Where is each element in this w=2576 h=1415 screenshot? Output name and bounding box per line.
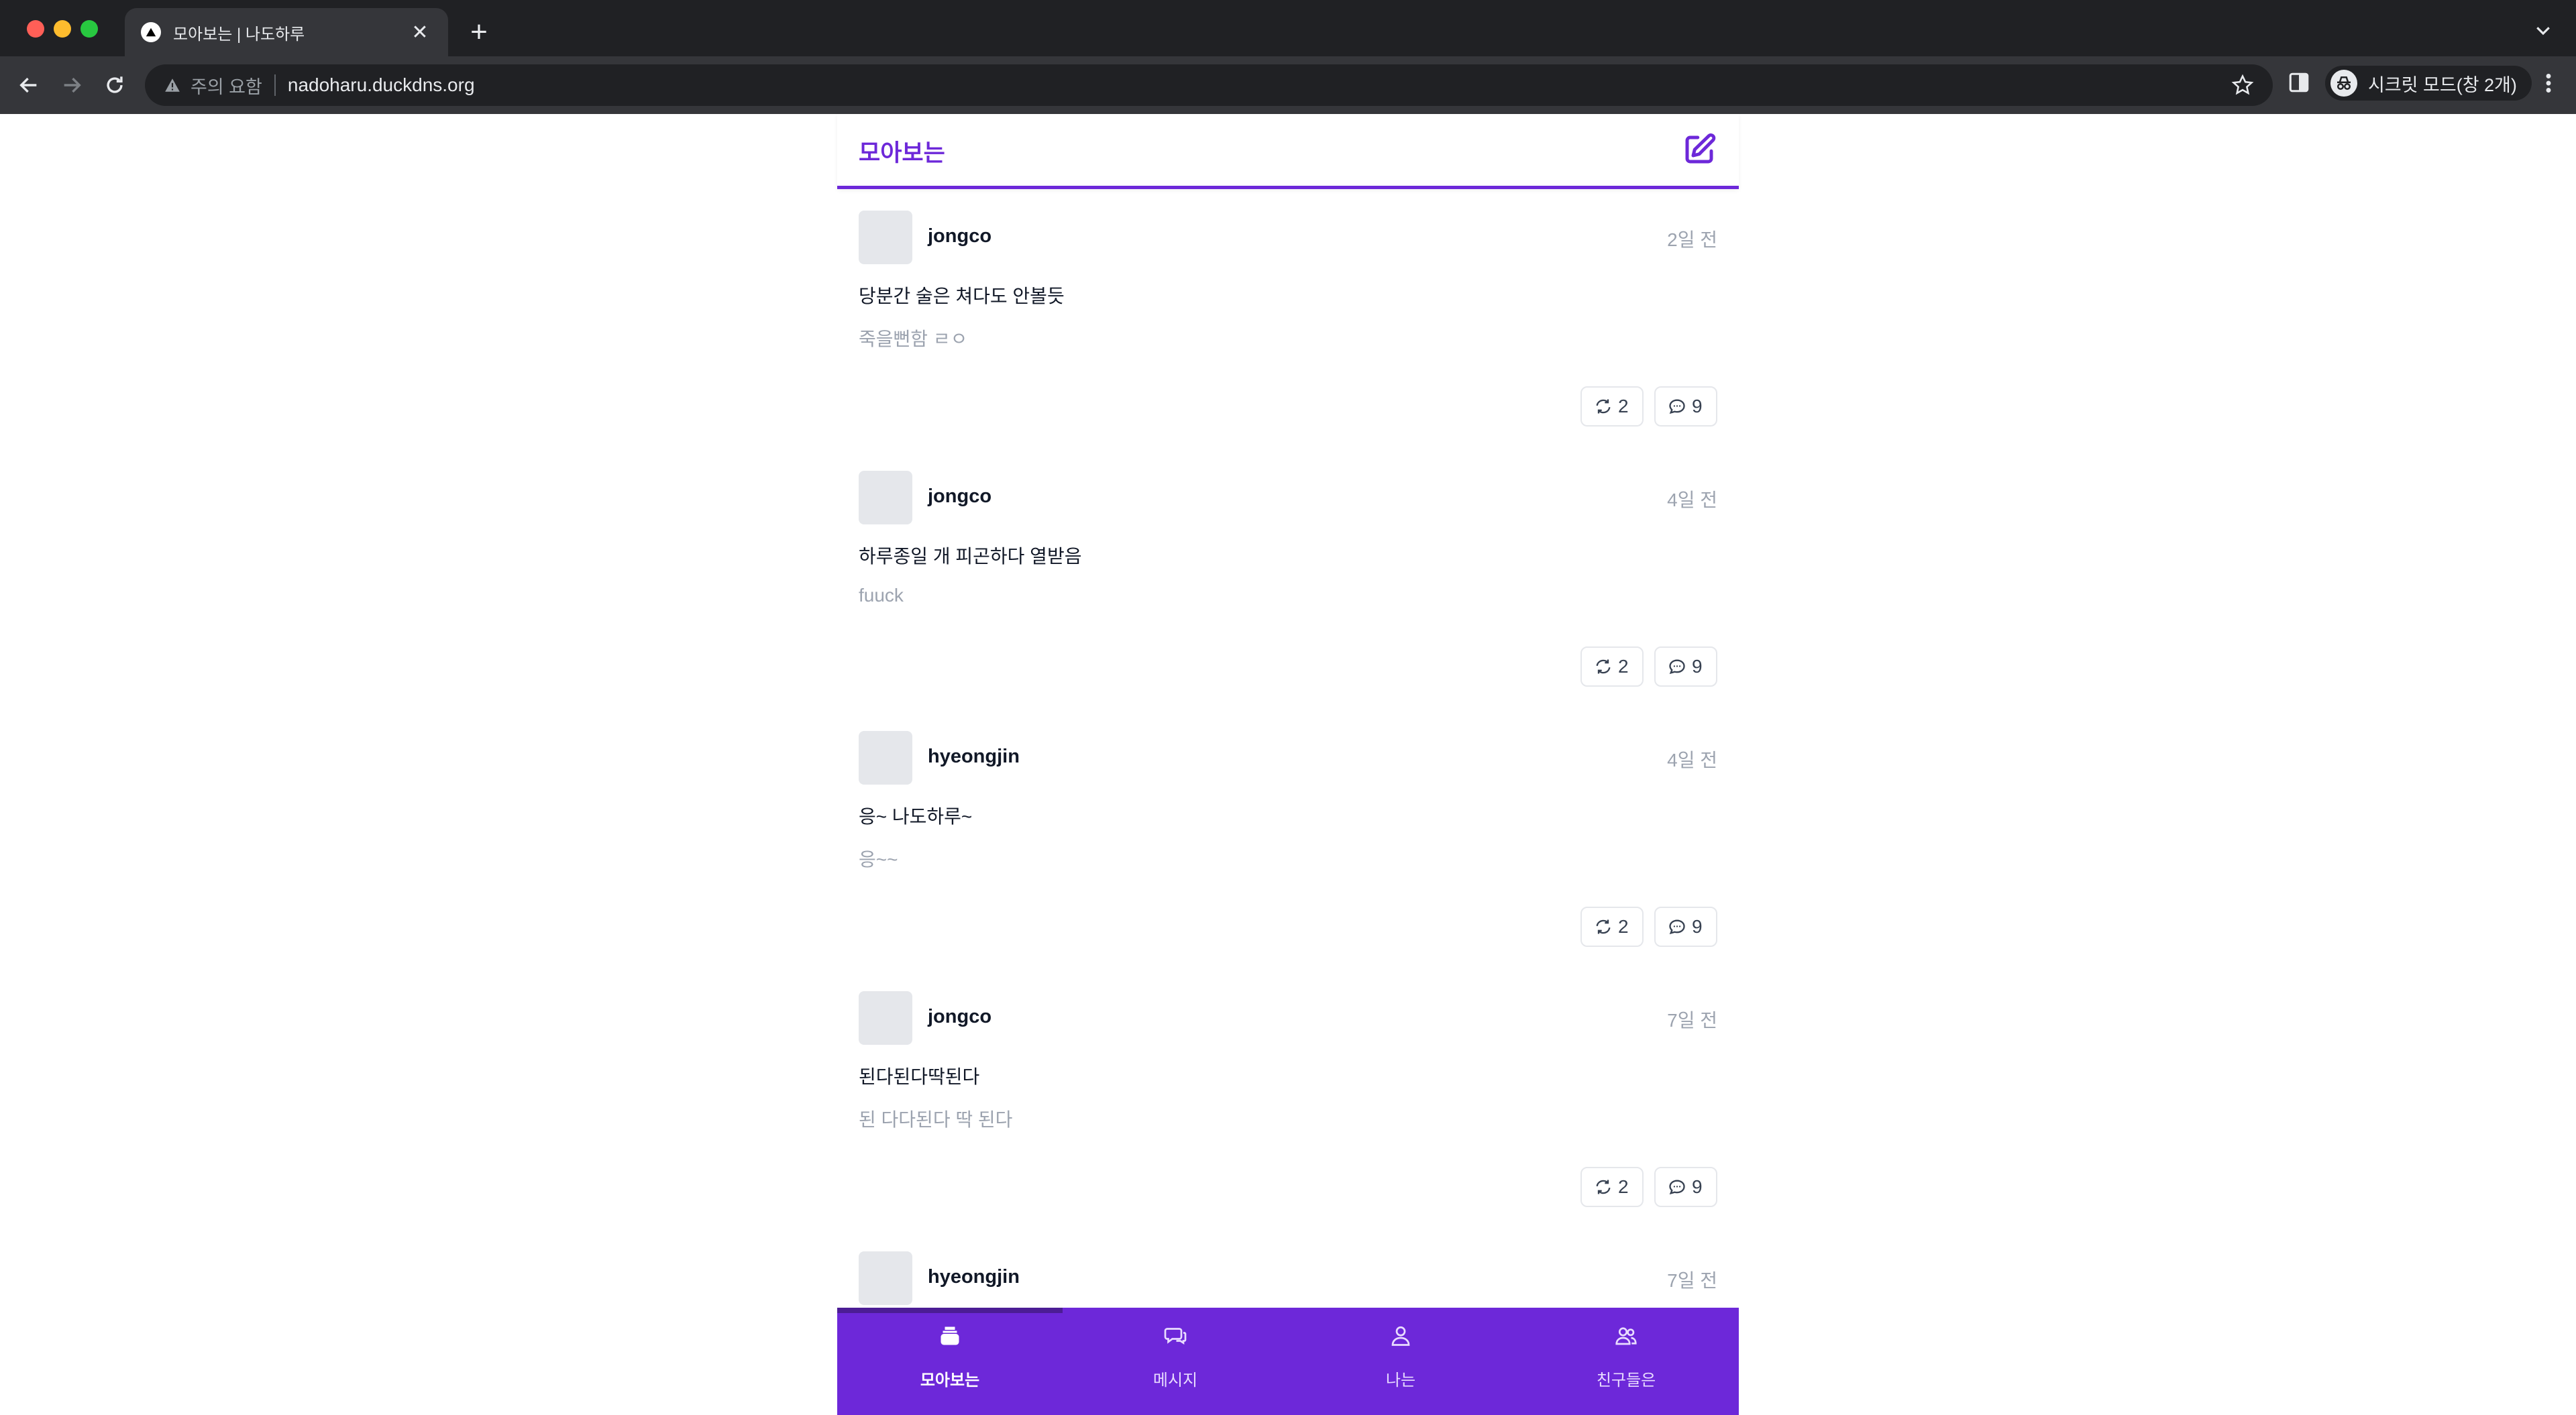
post-time: 4일 전 [1667, 490, 1717, 510]
url-text[interactable]: nadoharu.duckdns.org [288, 74, 475, 96]
users-icon [1615, 1327, 1637, 1345]
comment-button[interactable]: 9 [1654, 907, 1717, 947]
maximize-window-button[interactable] [80, 20, 98, 38]
app-container: 모아보는 jongco 2일 전 당분간 술은 쳐다도 안볼듯 죽을뻔함 ㄹㅇ … [837, 114, 1739, 1415]
post-body: fuuck [859, 585, 904, 606]
post-title: 응~ 나도하루~ [859, 806, 973, 827]
repost-arrows-icon [1596, 659, 1611, 674]
side-panel-icon[interactable] [2288, 71, 2310, 94]
comment-count: 9 [1692, 396, 1703, 416]
tab-close-icon[interactable]: ✕ [408, 21, 432, 44]
browser-tab-active[interactable]: 모아보는 | 나도하루 ✕ [125, 8, 448, 56]
comment-count: 9 [1692, 656, 1703, 677]
compose-edit-icon[interactable] [1681, 131, 1717, 168]
comment-bubble-icon [1669, 1180, 1685, 1195]
post-time: 2일 전 [1667, 229, 1717, 250]
post-time: 7일 전 [1667, 1010, 1717, 1031]
nav-label: 메시지 [1152, 1371, 1198, 1390]
app-header: 모아보는 [837, 114, 1739, 189]
incognito-label: 시크릿 모드(창 2개) [2368, 74, 2517, 95]
post-card[interactable]: jongco 4일 전 하루종일 개 피곤하다 열받음 fuuck 2 9 [837, 471, 1739, 731]
omnibox-divider [274, 74, 276, 96]
security-warning-label[interactable]: 주의 요함 [191, 72, 262, 99]
post-username[interactable]: jongco [928, 225, 991, 247]
browser-titlebar: 모아보는 | 나도하루 ✕ + [0, 0, 2576, 56]
post-body: 응~~ [859, 849, 898, 870]
nav-label: 친구들은 [1596, 1371, 1656, 1390]
comment-count: 9 [1692, 1176, 1703, 1197]
inbox-stack-icon [941, 1326, 959, 1345]
chat-bubbles-icon [1164, 1328, 1187, 1345]
nav-item-friends[interactable]: 친구들은 [1513, 1308, 1739, 1415]
new-tab-button[interactable]: + [464, 17, 494, 47]
page-title: 모아보는 [859, 140, 945, 166]
repost-count: 2 [1618, 396, 1629, 416]
post-card[interactable]: hyeongjin 4일 전 응~ 나도하루~ 응~~ 2 9 [837, 731, 1739, 991]
post-time: 7일 전 [1667, 1270, 1717, 1291]
comment-bubble-icon [1669, 919, 1685, 935]
nav-item-me[interactable]: 나는 [1288, 1308, 1513, 1415]
repost-button[interactable]: 2 [1580, 386, 1644, 427]
triangle-logo-icon [141, 22, 161, 42]
repost-arrows-icon [1596, 399, 1611, 414]
incognito-icon [2330, 70, 2357, 97]
forward-arrow-icon[interactable] [58, 71, 86, 99]
comment-button[interactable]: 9 [1654, 646, 1717, 687]
avatar[interactable] [859, 731, 912, 785]
post-username[interactable]: hyeongjin [928, 746, 1020, 768]
avatar[interactable] [859, 1251, 912, 1305]
post-body: 죽을뻔함 ㄹㅇ [859, 329, 968, 349]
bookmark-star-icon[interactable] [2231, 74, 2254, 97]
back-arrow-icon[interactable] [15, 71, 43, 99]
tab-search-chevron-icon[interactable] [2533, 20, 2553, 40]
post-card[interactable]: jongco 7일 전 된다된다딱된다 된 다다된다 딱 된다 2 9 [837, 991, 1739, 1251]
post-title: 된다된다딱된다 [859, 1066, 980, 1087]
post-username[interactable]: hyeongjin [928, 1266, 1020, 1288]
avatar[interactable] [859, 211, 912, 264]
minimize-window-button[interactable] [54, 20, 71, 38]
post-time: 4일 전 [1667, 750, 1717, 771]
post-title: 하루종일 개 피곤하다 열받음 [859, 546, 1082, 567]
comment-button[interactable]: 9 [1654, 1167, 1717, 1207]
repost-button[interactable]: 2 [1580, 646, 1644, 687]
warning-triangle-icon [165, 78, 180, 92]
comment-count: 9 [1692, 916, 1703, 937]
close-window-button[interactable] [27, 20, 44, 38]
repost-count: 2 [1618, 1176, 1629, 1197]
nav-label: 나는 [1385, 1371, 1416, 1390]
repost-button[interactable]: 2 [1580, 907, 1644, 947]
bottom-navigation: 모아보는 메시지 나는 친구들은 [837, 1308, 1739, 1415]
repost-arrows-icon [1596, 1180, 1611, 1194]
incognito-profile-button[interactable]: 시크릿 모드(창 2개) [2325, 66, 2532, 101]
address-bar[interactable]: 주의 요함 nadoharu.duckdns.org [145, 64, 2273, 106]
nav-item-collection[interactable]: 모아보는 [837, 1308, 1063, 1415]
post-body: 된 다다된다 딱 된다 [859, 1109, 1013, 1130]
repost-button[interactable]: 2 [1580, 1167, 1644, 1207]
tab-title: 모아보는 | 나도하루 [173, 25, 305, 44]
avatar[interactable] [859, 471, 912, 524]
nav-item-messages[interactable]: 메시지 [1063, 1308, 1288, 1415]
post-title: 당분간 술은 쳐다도 안볼듯 [859, 286, 1065, 306]
repost-arrows-icon [1596, 919, 1611, 934]
post-username[interactable]: jongco [928, 1006, 991, 1028]
post-username[interactable]: jongco [928, 486, 991, 508]
repost-count: 2 [1618, 656, 1629, 677]
repost-count: 2 [1618, 916, 1629, 937]
browser-toolbar: 주의 요함 nadoharu.duckdns.org [0, 56, 2576, 114]
post-card[interactable]: hyeongjin 7일 전 [837, 1251, 1739, 1308]
comment-button[interactable]: 9 [1654, 386, 1717, 427]
reload-icon[interactable] [101, 71, 129, 99]
post-card[interactable]: jongco 2일 전 당분간 술은 쳐다도 안볼듯 죽을뻔함 ㄹㅇ 2 9 [837, 211, 1739, 471]
nav-label: 모아보는 [920, 1371, 980, 1390]
browser-menu-icon[interactable] [2538, 71, 2559, 95]
user-icon [1391, 1326, 1410, 1346]
avatar[interactable] [859, 991, 912, 1045]
comment-bubble-icon [1669, 659, 1685, 675]
comment-bubble-icon [1669, 399, 1685, 414]
